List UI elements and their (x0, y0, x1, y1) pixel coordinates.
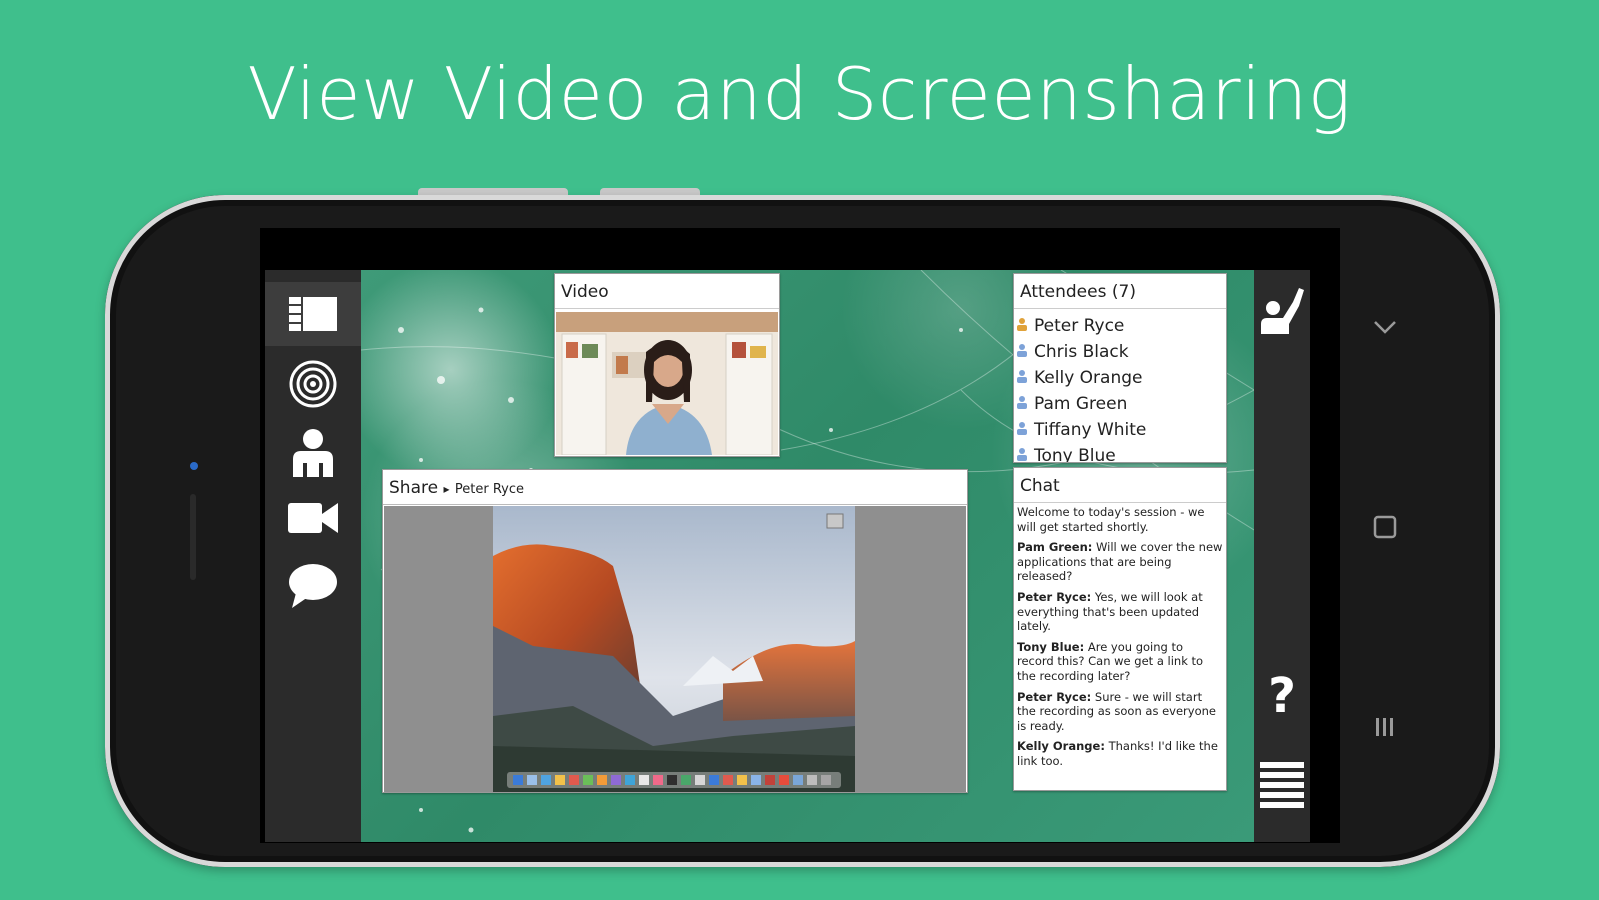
square-home-icon (1373, 515, 1397, 539)
layouts-icon (289, 297, 337, 331)
chat-bubble-icon (289, 564, 337, 608)
attendee-list: Peter Ryce Chris Black Kelly Orange Pam … (1014, 309, 1226, 463)
attendee-name: Kelly Orange (1034, 368, 1143, 388)
recents-icon (1376, 718, 1393, 736)
phone-speaker (190, 494, 196, 580)
share-presenter: Peter Ryce (454, 482, 525, 497)
attendee-icon (293, 429, 333, 477)
attendee-item[interactable]: Tiffany White (1016, 417, 1226, 443)
layouts-button[interactable] (265, 282, 361, 346)
meeting-stage: Video Share ▸ Peter Ryce Attendees (7) P… (361, 270, 1254, 842)
raise-hand-icon (1261, 288, 1304, 334)
attendee-item[interactable]: Tony Blue (1016, 443, 1226, 463)
home-nav-button[interactable] (1372, 514, 1398, 540)
raise-hand-button[interactable] (1258, 284, 1306, 336)
chat-pod-title: Chat (1014, 468, 1226, 503)
attendees-pod: Attendees (7) Peter Ryce Chris Black Kel… (1013, 273, 1227, 463)
attendees-pod-title: Attendees (7) (1014, 274, 1226, 309)
share-pod: Share ▸ Peter Ryce (382, 469, 968, 793)
broadcast-icon (289, 360, 337, 408)
attendee-name: Peter Ryce (1034, 316, 1125, 336)
chat-message: Pam Green: Will we cover the new applica… (1017, 540, 1223, 584)
collapse-nav-button[interactable] (1372, 314, 1398, 340)
chat-message: Tony Blue: Are you going to record this?… (1017, 640, 1223, 684)
screenshare-area (384, 506, 966, 792)
chat-sender: Tony Blue: (1017, 639, 1085, 654)
participant-person-icon (1016, 339, 1028, 365)
menu-button[interactable] (1258, 760, 1306, 812)
menu-icon (1260, 762, 1304, 808)
camera-icon (288, 503, 338, 533)
chat-text: Welcome to today's session - we will get… (1017, 505, 1205, 534)
shared-desktop-image (493, 506, 855, 792)
attendee-item[interactable]: Peter Ryce (1016, 313, 1226, 339)
participant-person-icon (1016, 365, 1028, 391)
participant-person-icon (1016, 443, 1028, 462)
phone-camera (190, 462, 198, 470)
chat-message: Peter Ryce: Sure - we will start the rec… (1017, 690, 1223, 734)
host-person-icon (1016, 313, 1028, 339)
attendee-name: Tiffany White (1034, 420, 1147, 440)
share-indicator-icon: ▸ (443, 482, 450, 496)
left-toolbar (265, 270, 361, 842)
right-toolbar: ? (1254, 270, 1310, 842)
chat-sender: Peter Ryce: (1017, 589, 1092, 604)
help-button[interactable]: ? (1254, 666, 1310, 726)
video-pod-title: Video (555, 274, 779, 309)
share-pod-title: Share (389, 478, 439, 498)
participant-person-icon (1016, 391, 1028, 417)
attendee-item[interactable]: Kelly Orange (1016, 365, 1226, 391)
chat-pod: Chat Welcome to today's session - we wil… (1013, 467, 1227, 791)
attendee-item[interactable]: Pam Green (1016, 391, 1226, 417)
attendee-item[interactable]: Chris Black (1016, 339, 1226, 365)
attendee-name: Pam Green (1034, 394, 1128, 414)
recents-nav-button[interactable] (1372, 714, 1398, 740)
share-pod-titlebar: Share ▸ Peter Ryce (383, 470, 967, 505)
system-nav-bar (1360, 270, 1410, 790)
broadcast-button[interactable] (265, 352, 361, 416)
webcam-feed (556, 312, 778, 455)
attendees-button[interactable] (265, 420, 361, 484)
chat-message: Welcome to today's session - we will get… (1017, 505, 1223, 534)
chevron-down-icon (1374, 321, 1396, 334)
chat-button[interactable] (265, 554, 361, 618)
chat-sender: Pam Green: (1017, 540, 1093, 555)
chat-sender: Peter Ryce: (1017, 689, 1092, 704)
chat-message: Peter Ryce: Yes, we will look at everyth… (1017, 590, 1223, 634)
video-pod: Video (554, 273, 780, 457)
camera-button[interactable] (265, 486, 361, 550)
page-headline: View Video and Screensharing (247, 52, 1352, 136)
attendee-name: Tony Blue (1034, 446, 1116, 463)
chat-sender: Kelly Orange: (1017, 739, 1105, 754)
participant-person-icon (1016, 417, 1028, 443)
chat-message: Kelly Orange: Thanks! I'd like the link … (1017, 739, 1223, 768)
attendee-name: Chris Black (1034, 342, 1129, 362)
chat-transcript[interactable]: Welcome to today's session - we will get… (1014, 503, 1226, 777)
